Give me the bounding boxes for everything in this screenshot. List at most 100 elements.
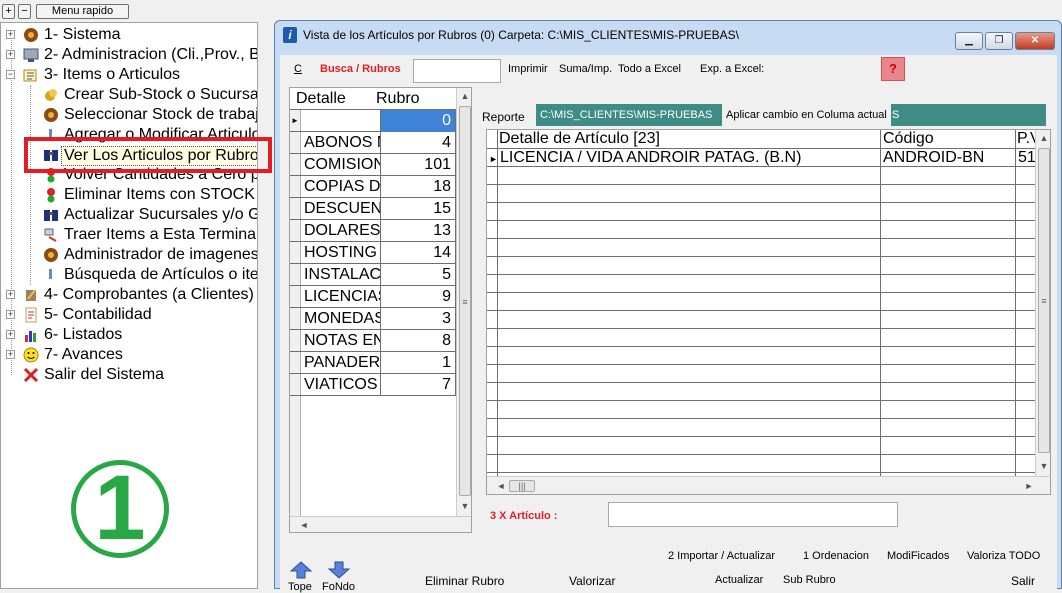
cell-detalle[interactable]: HOSTING W (301, 242, 381, 264)
arrow-down-icon[interactable] (328, 561, 350, 579)
expand-icon[interactable]: + (6, 30, 15, 39)
expand-all-button[interactable]: + (2, 4, 15, 19)
expand-icon[interactable]: + (6, 50, 15, 59)
ordenacion-button[interactable]: 1 Ordenacion (803, 550, 869, 562)
cell-detalle[interactable]: LICENCIAS (301, 286, 381, 308)
tree-item-administrador-imagenes[interactable]: Administrador de imagenes (1, 245, 257, 265)
table-row[interactable]: COMISION 101 (290, 154, 456, 176)
scroll-up-arrow[interactable]: ▲ (1036, 130, 1050, 146)
valorizar-button[interactable]: Valorizar (569, 574, 615, 588)
tree-item-crear-sub-stock[interactable]: Crear Sub-Stock o Sucursa (1, 85, 257, 105)
valoriza-todo-button[interactable]: Valoriza TODO (967, 550, 1040, 562)
menu-rapido-button[interactable]: Menu rapido (36, 4, 129, 19)
tree-item-actualizar-sucursales[interactable]: Actualizar Sucursales y/o G (1, 205, 257, 225)
todo-a-excel-button[interactable]: Todo a Excel (618, 63, 681, 75)
aplicar-cambio-button[interactable]: Aplicar cambio en Columa actual (722, 104, 891, 126)
minimize-button[interactable]: ▁ (955, 32, 983, 50)
cell-rubro[interactable]: 1 (381, 352, 456, 374)
imprimir-button[interactable]: Imprimir (508, 63, 548, 75)
cell-detalle[interactable]: INSTALAC (301, 264, 381, 286)
rubros-horizontal-scrollbar[interactable]: ◄ (290, 516, 471, 532)
cell-rubro[interactable]: 4 (381, 132, 456, 154)
cell-rubro[interactable]: 5 (381, 264, 456, 286)
expand-icon[interactable]: + (6, 350, 15, 359)
tree-item-avances[interactable]: + 7- Avances (1, 345, 257, 365)
c-button[interactable]: C (294, 63, 302, 75)
exp-a-excel-button[interactable]: Exp. a Excel: (700, 63, 764, 75)
column-header-codigo[interactable]: Código (883, 130, 934, 148)
tree-item-busqueda-articulos[interactable]: Búsqueda de Artículos o ite (1, 265, 257, 285)
suma-imp-button[interactable]: Suma/Imp. (559, 63, 612, 75)
cell-pv[interactable]: 51 (1018, 149, 1036, 167)
cell-detalle[interactable]: VIATICOS (301, 374, 381, 396)
restore-button[interactable]: ❐ (985, 32, 1013, 50)
table-row[interactable]: LICENCIAS 9 (290, 286, 456, 308)
table-row[interactable]: VIATICOS 7 (290, 374, 456, 396)
table-row[interactable]: ABONOS M4 (290, 132, 456, 154)
cell-detalle[interactable]: COPIAS D (301, 176, 381, 198)
scroll-left-arrow[interactable]: ◄ (493, 478, 509, 494)
cell-rubro[interactable]: 18 (381, 176, 456, 198)
x-articulo-input[interactable] (608, 502, 898, 527)
cell-rubro[interactable]: 7 (381, 374, 456, 396)
help-button[interactable]: ? (881, 57, 905, 81)
table-row[interactable]: MONEDAS 3 (290, 308, 456, 330)
scroll-right-arrow[interactable]: ► (1021, 478, 1037, 494)
tree-item-administracion[interactable]: + 2- Administracion (Cli.,Prov., B (1, 45, 257, 65)
cell-rubro[interactable]: 101 (381, 154, 456, 176)
tree-item-seleccionar-stock[interactable]: Seleccionar Stock de trabaj (1, 105, 257, 125)
collapse-all-button[interactable]: − (18, 4, 31, 19)
table-row[interactable]: ► 0 (290, 110, 456, 132)
cell-rubro[interactable]: 14 (381, 242, 456, 264)
table-row[interactable]: HOSTING W14 (290, 242, 456, 264)
arrow-up-icon[interactable] (290, 561, 312, 579)
column-header-detalle-articulo[interactable]: Detalle de Artículo [23] (499, 130, 660, 148)
table-row[interactable]: INSTALAC 5 (290, 264, 456, 286)
close-button[interactable]: ✕ (1015, 32, 1055, 50)
importar-actualizar-button[interactable]: 2 Importar / Actualizar (668, 550, 775, 562)
rubros-vertical-scrollbar[interactable]: ▲ ≡ ▼ (456, 88, 471, 516)
cell-rubro[interactable]: 15 (381, 198, 456, 220)
scroll-thumb[interactable]: ≡ (459, 106, 471, 496)
tree-item-contabilidad[interactable]: + 5- Contabilidad (1, 305, 257, 325)
tree-item-sistema[interactable]: + 1- Sistema (1, 25, 257, 45)
cell-rubro[interactable]: 9 (381, 286, 456, 308)
articulos-vertical-scrollbar[interactable]: ▲ ≡ ▼ (1035, 130, 1050, 476)
table-row[interactable]: COPIAS D 18 (290, 176, 456, 198)
eliminar-rubro-button[interactable]: Eliminar Rubro (425, 574, 504, 588)
tope-button[interactable]: Tope (288, 581, 312, 593)
table-row[interactable]: DESCUEN 15 (290, 198, 456, 220)
table-row[interactable]: NOTAS EN 8 (290, 330, 456, 352)
expand-icon[interactable]: + (6, 310, 15, 319)
tree-item-salir-sistema[interactable]: Salir del Sistema (1, 365, 257, 385)
fondo-button[interactable]: FoNdo (322, 581, 355, 593)
column-header-rubro[interactable]: Rubro (376, 88, 420, 110)
tree-item-comprobantes[interactable]: + 4- Comprobantes (a Clientes) (1, 285, 257, 305)
articulos-horizontal-scrollbar[interactable]: ◄ ||| ► (487, 476, 1050, 494)
tree-item-eliminar-items[interactable]: Eliminar Items con STOCK (1, 185, 257, 205)
cell-rubro[interactable]: 0 (381, 110, 456, 132)
scroll-thumb[interactable]: ≡ (1038, 148, 1050, 453)
cell-detalle[interactable]: DESCUEN (301, 198, 381, 220)
expand-icon[interactable]: + (6, 290, 15, 299)
title-bar[interactable]: i Vista de los Artículos por Rubros (0) … (275, 21, 1061, 50)
rubros-grid[interactable]: Detalle Rubro ►0ABONOS M4COMISION101COPI… (289, 87, 472, 533)
tree-item-listados[interactable]: + 6- Listados (1, 325, 257, 345)
articulos-grid[interactable]: Detalle de Artículo [23] Código P.V ► LI… (486, 129, 1051, 495)
sub-rubro-button[interactable]: Sub Rubro (783, 574, 836, 586)
cell-detalle[interactable]: COMISION (301, 154, 381, 176)
table-row[interactable]: DOLARES 13 (290, 220, 456, 242)
tree-item-items-articulos[interactable]: − 3- Items o Articulos (1, 65, 257, 85)
scroll-thumb[interactable]: ||| (509, 480, 535, 492)
expand-icon[interactable]: + (6, 330, 15, 339)
cell-rubro[interactable]: 3 (381, 308, 456, 330)
cell-rubro[interactable]: 8 (381, 330, 456, 352)
collapse-icon[interactable]: − (6, 70, 15, 79)
salir-button[interactable]: Salir (1011, 574, 1035, 588)
column-header-detalle[interactable]: Detalle (296, 88, 346, 110)
cell-detalle[interactable] (301, 110, 381, 132)
table-row[interactable]: PANADER 1 (290, 352, 456, 374)
scroll-left-arrow[interactable]: ◄ (296, 517, 312, 532)
actualizar-button[interactable]: Actualizar (715, 574, 763, 586)
scroll-down-arrow[interactable]: ▼ (1036, 458, 1050, 474)
